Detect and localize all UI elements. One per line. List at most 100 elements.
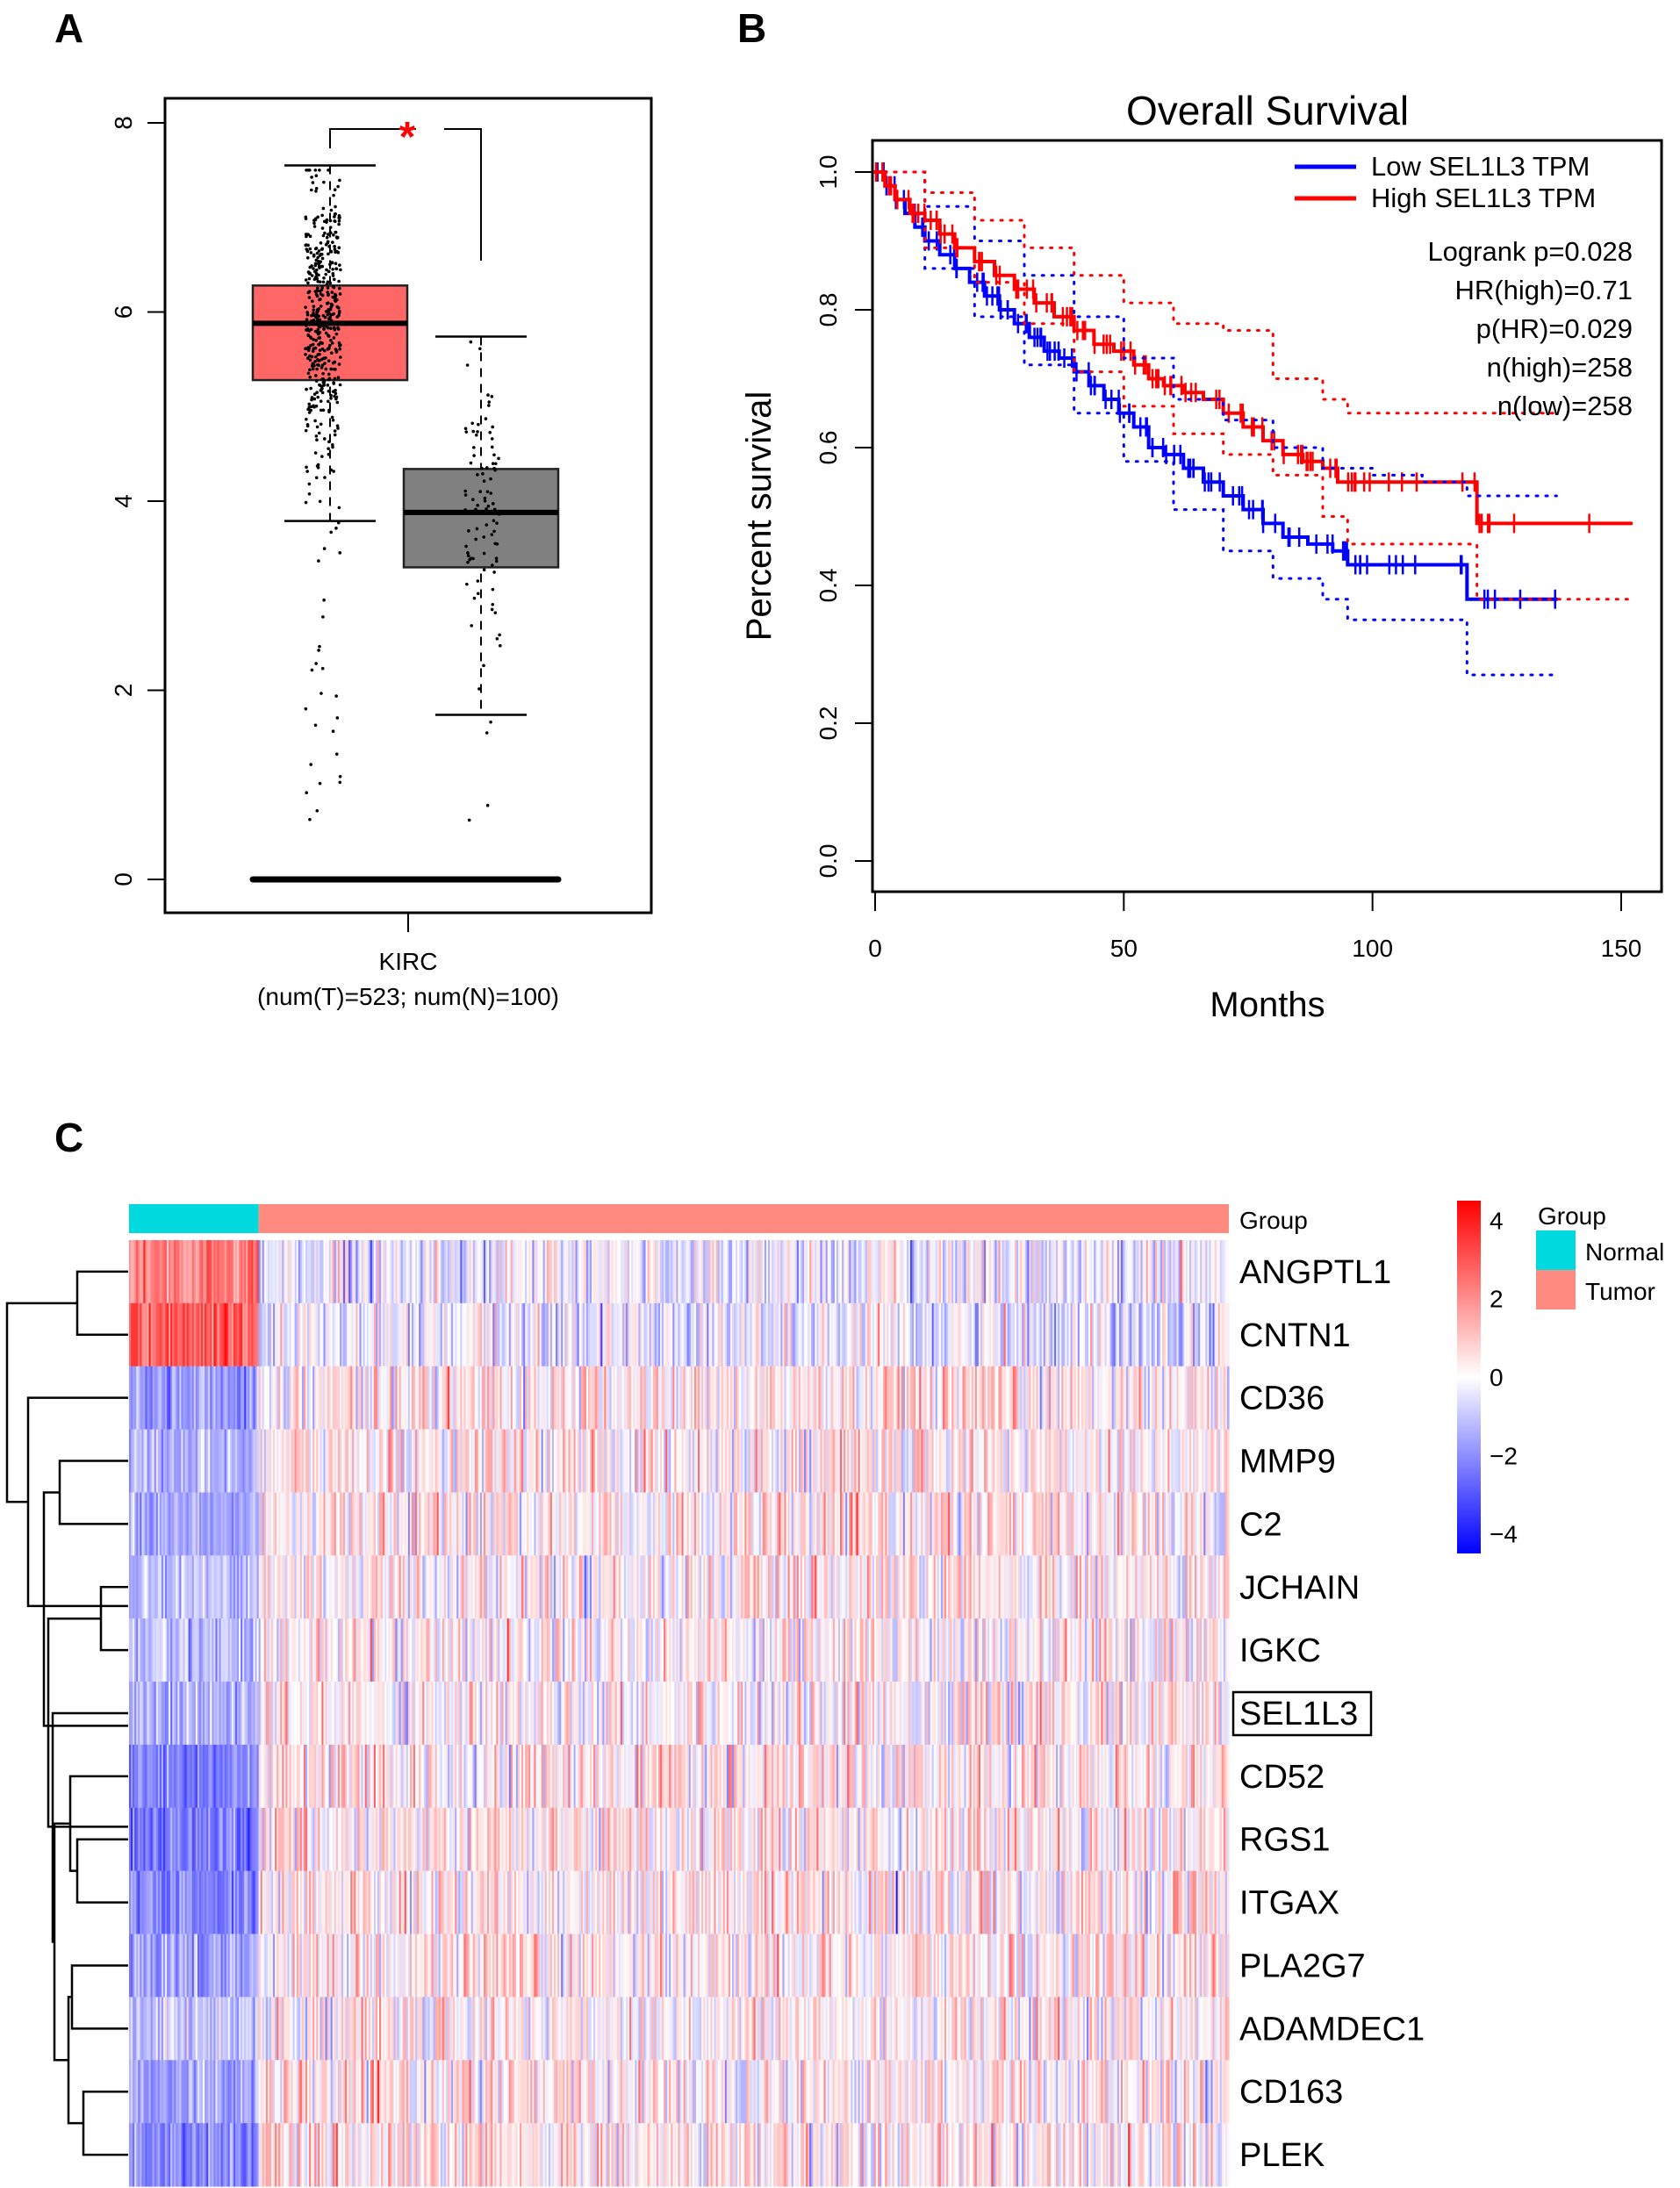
data-point xyxy=(329,367,333,371)
data-point xyxy=(325,282,329,286)
data-point xyxy=(472,454,476,457)
data-point xyxy=(310,313,313,318)
data-point xyxy=(317,342,320,347)
heatmap-cell xyxy=(1226,1302,1230,1367)
data-point xyxy=(331,442,334,447)
survival-curve-high xyxy=(873,170,1633,526)
data-point xyxy=(305,417,308,421)
data-point xyxy=(333,433,337,437)
data-point xyxy=(327,169,331,172)
data-point xyxy=(312,362,315,366)
data-point xyxy=(317,324,321,328)
data-point xyxy=(493,468,497,472)
data-point xyxy=(334,230,338,234)
data-point xyxy=(320,264,325,269)
data-point xyxy=(314,339,318,342)
data-point xyxy=(337,222,341,226)
data-point xyxy=(328,231,333,235)
data-point xyxy=(317,559,320,563)
data-point xyxy=(470,421,474,426)
data-point xyxy=(486,504,491,508)
data-point xyxy=(320,377,324,381)
data-point xyxy=(333,394,336,398)
data-point xyxy=(337,506,341,510)
data-point xyxy=(474,433,478,437)
data-point xyxy=(336,250,341,255)
x-tick-label: 50 xyxy=(1110,935,1138,962)
data-point xyxy=(316,255,319,260)
significance-asterisk: * xyxy=(399,114,416,161)
data-point xyxy=(318,169,321,172)
data-point xyxy=(304,352,307,356)
data-point xyxy=(318,352,321,356)
data-point xyxy=(319,422,323,427)
data-point xyxy=(312,269,317,274)
data-point xyxy=(324,331,328,335)
data-point xyxy=(494,462,498,466)
data-point xyxy=(323,362,327,365)
data-point xyxy=(316,259,320,263)
data-point xyxy=(310,668,314,672)
data-point xyxy=(314,292,319,297)
data-point xyxy=(492,519,496,523)
data-point xyxy=(487,404,491,407)
data-point xyxy=(313,360,317,363)
data-point xyxy=(494,559,499,563)
heatmap-panel: Group ANGPTL1CNTN1CD36MMP9C2JCHAINIGKCSE… xyxy=(5,1201,1664,2187)
data-point xyxy=(325,235,329,240)
data-point xyxy=(338,263,341,267)
data-point xyxy=(333,429,337,433)
data-point xyxy=(466,560,470,564)
data-point xyxy=(313,451,318,455)
data-point xyxy=(488,430,492,434)
x-axis-sublabel: (num(T)=523; num(N)=100) xyxy=(257,983,559,1010)
data-point xyxy=(467,529,470,533)
data-point xyxy=(328,281,333,285)
stat-text: n(low)=258 xyxy=(1497,391,1633,421)
data-point xyxy=(326,240,330,244)
data-point xyxy=(319,692,323,695)
data-point xyxy=(332,381,335,384)
data-point xyxy=(329,250,334,254)
data-point xyxy=(314,434,319,438)
chart-title: Overall Survival xyxy=(1126,88,1409,133)
data-point xyxy=(334,527,338,530)
data-point xyxy=(307,296,312,299)
confidence-interval-line xyxy=(873,170,1558,498)
data-point xyxy=(304,233,308,236)
data-point xyxy=(494,509,499,513)
data-point xyxy=(329,326,333,330)
data-point xyxy=(327,377,331,382)
data-point xyxy=(321,313,326,318)
data-point xyxy=(311,367,315,371)
data-point xyxy=(337,219,341,223)
data-point xyxy=(476,592,480,596)
data-point xyxy=(322,356,326,361)
data-point xyxy=(332,193,335,197)
data-point xyxy=(482,568,486,572)
data-point xyxy=(322,598,326,602)
data-point xyxy=(332,285,336,290)
data-point xyxy=(322,348,327,353)
y-tick-label: 0.2 xyxy=(815,707,842,741)
data-point xyxy=(318,383,321,387)
data-point xyxy=(305,791,309,794)
data-point xyxy=(313,169,318,172)
data-point xyxy=(320,455,324,458)
data-point xyxy=(314,662,318,665)
data-point xyxy=(319,252,323,256)
data-point xyxy=(478,490,482,493)
data-point xyxy=(490,394,494,398)
y-tick-label: 0 xyxy=(110,872,137,886)
data-point xyxy=(308,247,312,251)
data-point xyxy=(304,428,308,433)
data-point xyxy=(305,424,310,428)
data-point xyxy=(467,818,471,822)
data-point xyxy=(324,367,328,371)
data-point xyxy=(334,752,339,756)
data-point xyxy=(312,404,315,408)
data-point xyxy=(321,280,326,284)
data-point xyxy=(327,399,330,404)
data-point xyxy=(322,327,326,331)
data-point xyxy=(331,729,335,734)
